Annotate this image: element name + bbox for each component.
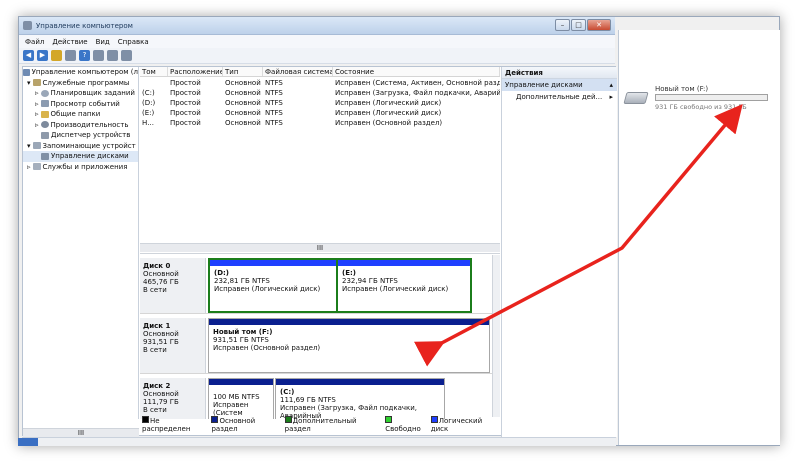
disk-management-pane: Том Расположение Тип Файловая система Со… [140, 67, 500, 437]
back-arrow-icon[interactable]: ◀ [23, 50, 34, 61]
drive-usage-bar [655, 94, 768, 101]
menu-action[interactable]: Действие [52, 38, 87, 46]
disk-1-label[interactable]: Диск 1 Основной 931,51 ГБ В сети [140, 318, 206, 373]
disk-1-row: Диск 1 Основной 931,51 ГБ В сети Новый т… [140, 318, 492, 374]
partition-d[interactable]: (D:) 232,81 ГБ NTFS Исправен (Логический д… [208, 258, 338, 313]
partition-c[interactable]: (C:) 111,69 ГБ NTFS Исправен (Загрузка, Фа… [275, 378, 445, 420]
column-filesystem[interactable]: Файловая система [263, 67, 333, 76]
tree-item-storage[interactable]: ▾ Запоминающие устройст [23, 141, 138, 152]
legend-item: Не распределен [142, 415, 191, 433]
collapse-icon[interactable]: ▴ [609, 79, 613, 91]
drive-title[interactable]: Новый том (F:) [655, 85, 708, 93]
device-manager-icon [41, 131, 49, 139]
disk-2-label[interactable]: Диск 2 Основной 111,79 ГБ В сети [140, 378, 206, 420]
title-bar: Управление компьютером – □ ✕ [19, 17, 615, 35]
volume-table: Простой Основной NTFS Исправен (Система, Ак… [140, 78, 500, 128]
tools-icon [32, 79, 41, 87]
console-icon[interactable] [93, 50, 104, 61]
close-button[interactable]: ✕ [587, 19, 611, 31]
volume-table-header: Том Расположение Тип Файловая система Со… [140, 67, 500, 77]
app-icon [23, 21, 32, 30]
tree-item-root[interactable]: Управление компьютером (л [23, 67, 138, 78]
table-row[interactable]: Простой Основной NTFS Исправен (Система, Ак… [140, 78, 500, 88]
legend-item: Дополнительный раздел [284, 415, 357, 433]
event-viewer-icon [40, 100, 49, 108]
tree-item-perf[interactable]: ▹ Производительность [23, 120, 138, 131]
partition-system-reserved[interactable]: 100 МБ NTFS Исправен (Систем [208, 378, 274, 420]
action-more[interactable]: Дополнительные дей... ▸ [502, 91, 617, 103]
computer-icon [23, 68, 30, 76]
services-icon [32, 163, 41, 171]
legend-item: Логический диск [430, 415, 483, 433]
column-volume[interactable]: Том [140, 67, 168, 76]
tree-horizontal-scrollbar[interactable]: III [23, 428, 139, 437]
column-type[interactable]: Тип [223, 67, 263, 76]
folder-icon[interactable] [51, 50, 62, 61]
performance-icon [40, 121, 49, 129]
table-row[interactable]: (C:) Простой Основной NTFS Исправен (Загрузк… [140, 88, 500, 98]
taskbar-start[interactable] [18, 438, 38, 446]
partition-f[interactable]: Новый том (F:) 931,51 ГБ NTFS Исправен (Ос… [208, 318, 490, 373]
disk-icon[interactable] [121, 50, 132, 61]
drive-free-space: 931 ГБ свободно из 931 ГБ [655, 103, 747, 111]
legend: Не распределен Основной раздел Дополните… [140, 415, 500, 433]
disk-2-row: Диск 2 Основной 111,79 ГБ В сети 100 МБ … [140, 378, 492, 420]
partition-e[interactable]: (E:) 232,94 ГБ NTFS Исправен (Логический д… [338, 258, 472, 313]
tree-item-shared[interactable]: ▹ Общие папки [23, 109, 138, 120]
status-bar [22, 437, 616, 446]
action-disk-management[interactable]: Управление дисками ▴ [502, 79, 617, 91]
tree-item-scheduler[interactable]: ▹ Планировщик заданий [23, 88, 138, 99]
maximize-button[interactable]: □ [571, 19, 586, 31]
navigation-tree: Управление компьютером (л ▾ Служебные про… [23, 67, 139, 419]
legend-item: Свободно [385, 415, 427, 433]
forward-arrow-icon[interactable]: ▶ [37, 50, 48, 61]
menu-bar: Файл Действие Вид Справка [19, 35, 615, 48]
disk-management-icon [41, 152, 49, 160]
minimize-button[interactable]: – [555, 19, 570, 31]
shared-folder-icon [40, 110, 49, 118]
disk-0-row: Диск 0 Основной 465,76 ГБ В сети (D:) 232… [140, 258, 492, 314]
explorer-drive-panel: Новый том (F:) 931 ГБ свободно из 931 ГБ [618, 30, 780, 445]
table-horizontal-scrollbar[interactable]: III [140, 243, 500, 252]
tree-item-devices[interactable]: Диспетчер устройств [23, 130, 138, 141]
legend-item: Основной раздел [211, 415, 256, 433]
storage-icon [32, 142, 41, 150]
menu-help[interactable]: Справка [118, 38, 149, 46]
clock-icon [40, 89, 49, 97]
table-row[interactable]: Н... Простой Основной NTFS Исправен (Основно… [140, 118, 500, 128]
disk-view-scrollbar[interactable] [492, 255, 500, 417]
table-row[interactable]: (D:) Простой Основной NTFS Исправен (Логичес… [140, 98, 500, 108]
main-area: Управление компьютером (л ▾ Служебные про… [22, 66, 617, 437]
tree-item-services[interactable]: ▹ Службы и приложения [23, 162, 138, 173]
properties-icon[interactable] [65, 50, 76, 61]
column-layout[interactable]: Расположение [168, 67, 223, 76]
tree-item-service[interactable]: ▾ Служебные программы [23, 78, 138, 89]
menu-file[interactable]: Файл [25, 38, 44, 46]
toolbar: ◀ ▶ ? [19, 48, 615, 64]
column-status[interactable]: Состояние [333, 67, 500, 76]
disk-0-label[interactable]: Диск 0 Основной 465,76 ГБ В сети [140, 258, 206, 313]
table-row[interactable]: (E:) Простой Основной NTFS Исправен (Логичес… [140, 108, 500, 118]
drive-icon [623, 92, 649, 104]
settings-icon[interactable] [107, 50, 118, 61]
actions-header: Действия [502, 67, 617, 79]
actions-pane: Действия Управление дисками ▴ Дополнитель… [501, 67, 617, 437]
menu-view[interactable]: Вид [96, 38, 110, 46]
tree-item-diskmgmt[interactable]: Управление дисками [23, 151, 138, 162]
help-icon[interactable]: ? [79, 50, 90, 61]
disk-graphical-view: Диск 0 Основной 465,76 ГБ В сети (D:) 232… [140, 253, 500, 420]
chevron-right-icon: ▸ [609, 93, 613, 101]
tree-item-events[interactable]: ▹ Просмотр событий [23, 99, 138, 110]
window-title: Управление компьютером [36, 21, 133, 30]
